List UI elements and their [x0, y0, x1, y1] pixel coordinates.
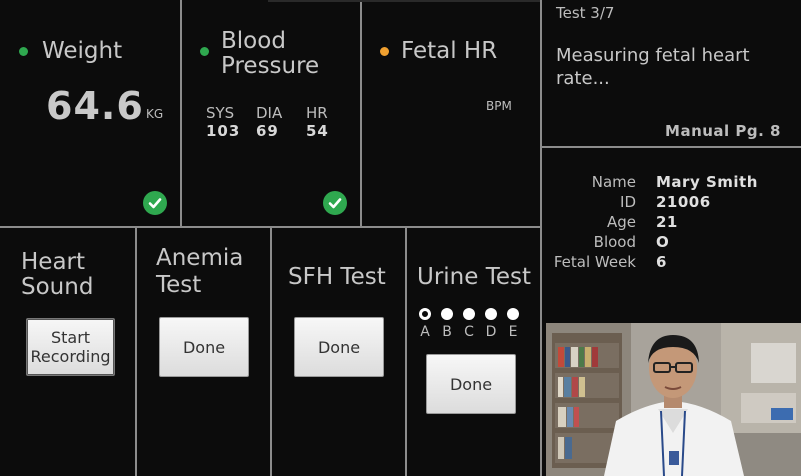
sfh-title: SFH Test [288, 264, 386, 290]
patient-row-fetal-week: Fetal Week 6 [548, 253, 788, 273]
check-icon [323, 191, 347, 215]
urine-radio-c[interactable] [463, 308, 475, 320]
status-dot-icon [200, 47, 209, 56]
fetal-hr-unit: BPM [486, 99, 512, 113]
patient-label: Blood [593, 233, 636, 251]
hr-value: 54 [306, 122, 329, 140]
test-counter: Test 3/7 [556, 4, 615, 22]
weight-value: 64.6 [46, 84, 144, 128]
patient-label: Age [606, 213, 636, 231]
sfh-panel: SFH Test Done [272, 228, 405, 476]
urine-option-label: D [485, 324, 497, 340]
patient-row-blood: Blood O [548, 233, 788, 253]
blood-pressure-title-line1: Blood [221, 28, 286, 54]
patient-label: ID [620, 193, 636, 211]
heart-sound-panel: Heart Sound Start Recording [0, 228, 135, 476]
heart-sound-title-line2: Sound [21, 274, 94, 300]
anemia-title-line2: Test [156, 272, 202, 298]
patient-value: 21 [656, 213, 678, 231]
start-recording-button[interactable]: Start Recording [26, 318, 115, 376]
patient-label: Name [591, 173, 636, 191]
heart-sound-title-line1: Heart [21, 249, 86, 275]
patient-row-name: Name Mary Smith [548, 173, 788, 193]
urine-radio-b[interactable] [441, 308, 453, 320]
patient-value: 6 [656, 253, 667, 271]
divider [541, 146, 801, 148]
urine-option-label: B [442, 324, 452, 340]
start-recording-label-line2: Recording [30, 347, 111, 366]
urine-panel: Urine Test A B C D E Done [407, 228, 540, 476]
blood-pressure-panel: Blood Pressure SYS DIA HR 103 69 54 [182, 0, 360, 226]
sys-label: SYS [206, 104, 235, 122]
urine-done-button[interactable]: Done [426, 354, 516, 414]
camera-feed [546, 323, 801, 476]
status-dot-icon [19, 47, 28, 56]
patient-row-id: ID 21006 [548, 193, 788, 213]
check-icon [143, 191, 167, 215]
anemia-done-button[interactable]: Done [159, 317, 249, 377]
blood-pressure-title-line2: Pressure [221, 53, 320, 79]
patient-value: O [656, 233, 670, 251]
manual-reference[interactable]: Manual Pg. 8 [665, 122, 781, 140]
urine-option-label: C [464, 324, 474, 340]
start-recording-label-line1: Start [50, 328, 91, 347]
urine-option-label: E [508, 324, 518, 340]
anemia-title-line1: Anemia [156, 245, 244, 271]
patient-value: Mary Smith [656, 173, 758, 191]
status-message: Measuring fetal heart rate... [556, 45, 750, 89]
weight-panel: Weight 64.6 KG [0, 0, 180, 226]
dia-label: DIA [256, 104, 283, 122]
patient-label: Fetal Week [553, 253, 636, 271]
dia-value: 69 [256, 122, 279, 140]
sfh-done-button[interactable]: Done [294, 317, 384, 377]
weight-unit: KG [146, 107, 164, 121]
status-dot-icon [380, 47, 389, 56]
urine-radio-e[interactable] [507, 308, 519, 320]
fetal-hr-title: Fetal HR [401, 38, 498, 64]
hr-label: HR [306, 104, 328, 122]
patient-row-age: Age 21 [548, 213, 788, 233]
weight-title: Weight [42, 38, 123, 64]
urine-radio-d[interactable] [485, 308, 497, 320]
sys-value: 103 [206, 122, 241, 140]
patient-value: 21006 [656, 193, 711, 211]
urine-option-label: A [420, 324, 430, 340]
camera-feed-image [546, 323, 801, 476]
urine-radio-a[interactable] [419, 308, 431, 320]
status-panel: Test 3/7 Measuring fetal heart rate... M… [542, 0, 801, 146]
urine-title: Urine Test [417, 264, 532, 290]
fetal-hr-panel: Fetal HR BPM [362, 0, 540, 226]
anemia-panel: Anemia Test Done [137, 228, 270, 476]
